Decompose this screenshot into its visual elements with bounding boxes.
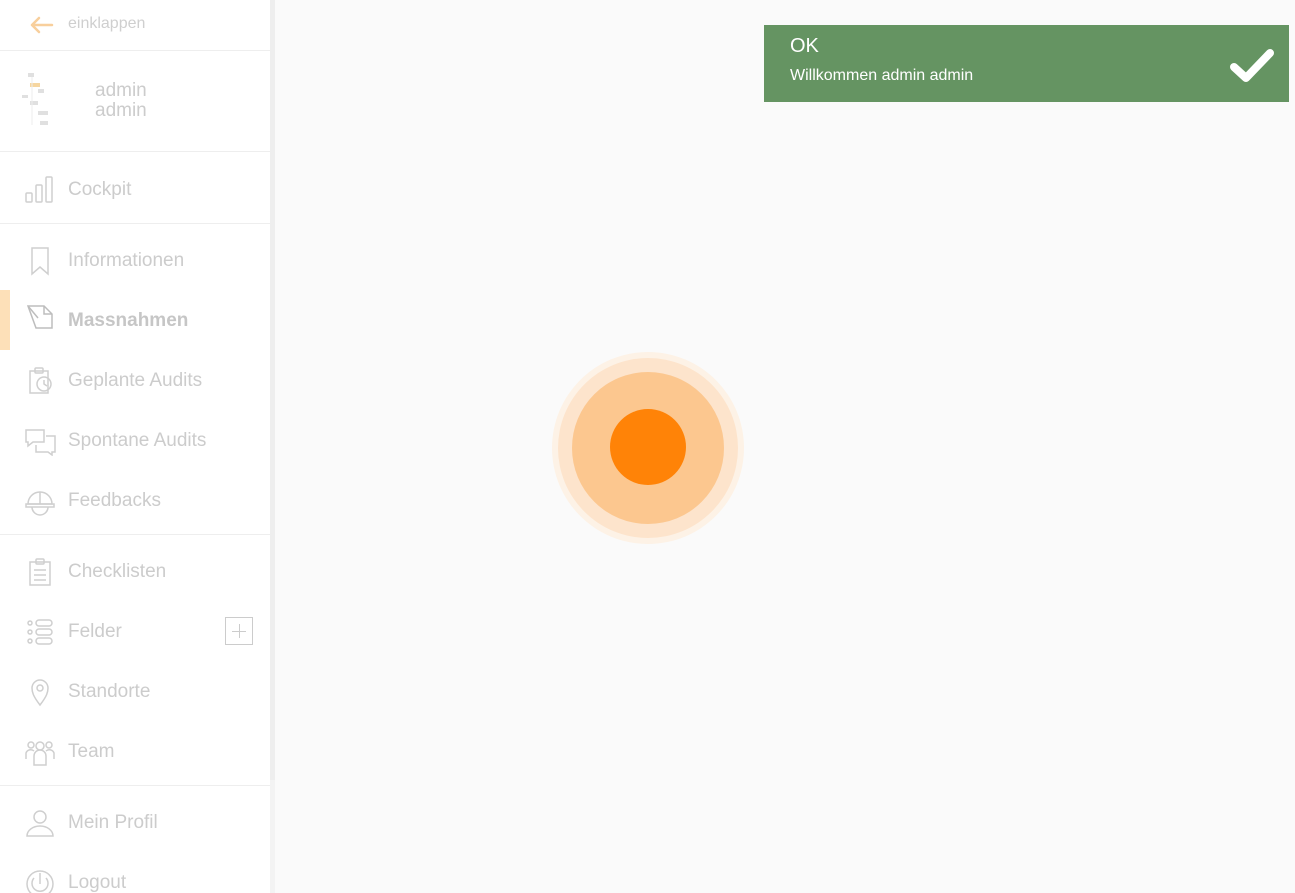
add-field-button[interactable] — [225, 617, 253, 645]
nav-item-logout[interactable]: Logout — [0, 854, 270, 893]
list-icon — [24, 617, 56, 647]
power-icon — [24, 868, 56, 893]
chat-bubbles-icon — [24, 426, 56, 456]
user-icon — [24, 808, 56, 838]
user-last-name: admin — [95, 100, 147, 121]
sidebar-scrollbar[interactable] — [270, 0, 275, 780]
nav-item-label: Cockpit — [68, 179, 132, 200]
nav-item-team[interactable]: Team — [0, 723, 270, 781]
nav-item-label: Massnahmen — [68, 310, 189, 331]
nav-item-massnahmen[interactable]: Massnahmen — [0, 290, 270, 350]
collapse-label: einklappen — [68, 15, 146, 32]
clipboard-clock-icon — [24, 366, 56, 396]
avatar — [18, 69, 68, 135]
nav-item-label: Standorte — [68, 681, 151, 702]
spinner-core — [610, 409, 686, 485]
nav-item-geplante-audits[interactable]: Geplante Audits — [0, 352, 270, 410]
team-icon — [24, 737, 56, 767]
nav-item-standorte[interactable]: Standorte — [0, 663, 270, 721]
nav-item-label: Geplante Audits — [68, 370, 203, 391]
nav-item-informationen[interactable]: Informationen — [0, 232, 270, 290]
nav-item-feedbacks[interactable]: Feedbacks — [0, 472, 270, 530]
collapse-sidebar-button[interactable]: einklappen — [0, 0, 270, 51]
user-first-name: admin — [95, 80, 147, 101]
arrow-left-icon — [28, 14, 54, 36]
checklist-icon — [24, 557, 56, 587]
nav-item-felder[interactable]: Felder — [0, 603, 270, 661]
active-indicator — [0, 290, 10, 350]
divider — [0, 223, 270, 224]
toast-title: OK — [790, 35, 819, 57]
success-toast[interactable]: OK Willkommen admin admin — [764, 25, 1289, 102]
divider — [0, 534, 270, 535]
nav-item-cockpit[interactable]: Cockpit — [0, 161, 270, 219]
bookmark-icon — [24, 246, 56, 276]
nav-item-label: Spontane Audits — [68, 430, 207, 451]
nav-item-checklisten[interactable]: Checklisten — [0, 543, 270, 601]
nav-item-spontane-audits[interactable]: Spontane Audits — [0, 412, 270, 470]
bar-chart-icon — [24, 175, 56, 205]
sidebar-scroll-track — [270, 780, 275, 893]
sidebar: einklappen admin admin Cockpit Informati… — [0, 0, 270, 893]
nav-item-label: Felder — [68, 621, 122, 642]
nav-item-label: Team — [68, 741, 115, 762]
nav-item-label: Mein Profil — [68, 812, 158, 833]
edit-document-icon — [24, 302, 56, 332]
checkmark-icon — [1229, 47, 1275, 85]
nav-item-mein-profil[interactable]: Mein Profil — [0, 794, 270, 852]
nav-item-label: Feedbacks — [68, 490, 161, 511]
nav-item-label: Logout — [68, 872, 127, 893]
user-info[interactable]: admin admin — [0, 51, 270, 152]
nav-item-label: Checklisten — [68, 561, 167, 582]
loading-spinner — [552, 352, 744, 544]
nav-item-label: Informationen — [68, 250, 185, 271]
divider — [0, 785, 270, 786]
helmet-icon — [24, 486, 56, 516]
map-pin-icon — [24, 677, 56, 707]
toast-message: Willkommen admin admin — [790, 67, 974, 84]
